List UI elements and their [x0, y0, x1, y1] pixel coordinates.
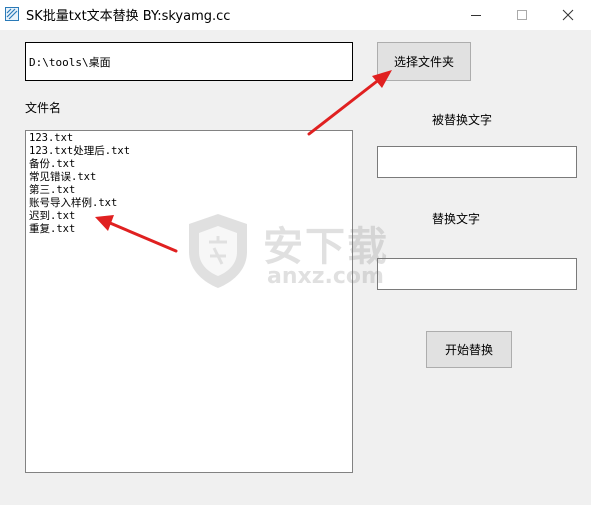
list-item[interactable]: 123.txt — [29, 132, 352, 145]
maximize-button[interactable] — [499, 0, 545, 30]
minimize-icon — [471, 15, 481, 16]
list-item[interactable]: 123.txt处理后.txt — [29, 145, 352, 158]
maximize-icon — [517, 10, 527, 20]
replaced-text-input[interactable] — [377, 146, 577, 178]
folder-path-value: D:\tools\桌面 — [29, 55, 111, 69]
close-icon — [562, 9, 574, 21]
list-item[interactable]: 第三.txt — [29, 184, 352, 197]
window-title: SK批量txt文本替换 BY:skyamg.cc — [26, 9, 231, 24]
list-item[interactable]: 备份.txt — [29, 158, 352, 171]
file-list[interactable]: 123.txt 123.txt处理后.txt 备份.txt 常见错误.txt 第… — [25, 130, 353, 473]
file-name-label: 文件名 — [25, 101, 62, 115]
title-bar: SK批量txt文本替换 BY:skyamg.cc — [0, 0, 591, 30]
replaced-text-label: 被替换文字 — [432, 113, 493, 127]
app-icon — [5, 7, 19, 21]
list-item[interactable]: 常见错误.txt — [29, 171, 352, 184]
replacement-text-label: 替换文字 — [432, 212, 481, 226]
close-button[interactable] — [545, 0, 591, 30]
folder-path-field[interactable]: D:\tools\桌面 — [25, 42, 353, 81]
start-replace-button[interactable]: 开始替换 — [426, 331, 512, 368]
replacement-text-input[interactable] — [377, 258, 577, 290]
list-item[interactable]: 重复.txt — [29, 223, 352, 236]
list-item[interactable]: 迟到.txt — [29, 210, 352, 223]
list-item[interactable]: 账号导入样例.txt — [29, 197, 352, 210]
minimize-button[interactable] — [453, 0, 499, 30]
choose-folder-button[interactable]: 选择文件夹 — [377, 42, 471, 81]
